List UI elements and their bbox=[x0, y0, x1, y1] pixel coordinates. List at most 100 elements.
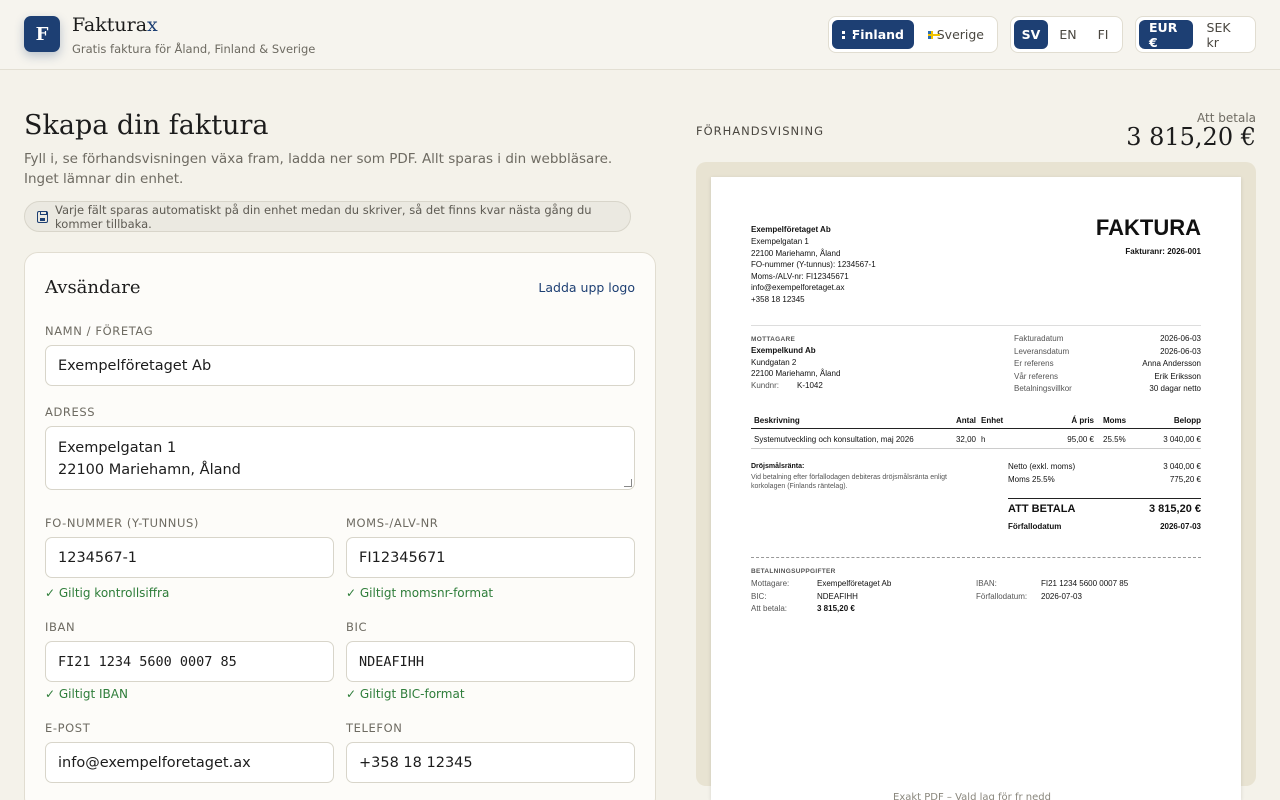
preview-footer-note: Exakt PDF – Vald lag för fr nedd bbox=[893, 792, 1051, 800]
row-vat: 25.5% bbox=[1103, 435, 1126, 444]
currency-switch: EUR € SEK kr bbox=[1135, 16, 1256, 53]
app-header: F Fakturax Gratis faktura för Åland, Fin… bbox=[0, 0, 1280, 70]
payment-caption: BETALNINGSUPPGIFTER bbox=[751, 568, 836, 575]
save-icon bbox=[37, 210, 49, 223]
bic-input[interactable]: NDEAFIHH bbox=[346, 641, 635, 682]
sender-title: Avsändare bbox=[45, 277, 141, 298]
payment-bic-label: BIC: bbox=[751, 591, 767, 601]
invoice-meta-label: Betalningsvillkor bbox=[1014, 384, 1072, 393]
payment-amount: 3 815,20 € bbox=[817, 604, 855, 613]
invoice-meta-value: 30 dagar netto bbox=[1149, 384, 1201, 393]
vat-input[interactable]: FI12345671 bbox=[346, 537, 635, 578]
due-value: 2026-07-03 bbox=[1160, 522, 1201, 531]
invoice-recipient-line: Kundgatan 2 bbox=[751, 357, 797, 367]
late-interest-text: korkolagen (Finlands räntelag). bbox=[751, 483, 848, 490]
name-label: NAMN / FÖRETAG bbox=[45, 324, 154, 338]
invoice-sender-line: 22100 Mariehamn, Åland bbox=[751, 248, 841, 258]
col-quantity: Antal bbox=[956, 416, 976, 425]
vat-valid-message: ✓ Giltigt momsnr-format bbox=[346, 586, 494, 600]
country-switch: Finland Sverige bbox=[828, 16, 998, 53]
invoice-recipient-line: 22100 Mariehamn, Åland bbox=[751, 369, 841, 378]
currency-sek-button[interactable]: SEK kr bbox=[1197, 20, 1252, 50]
payment-iban-label: IBAN: bbox=[976, 579, 997, 588]
finland-flag-icon bbox=[842, 30, 854, 39]
language-en-button[interactable]: EN bbox=[1052, 20, 1084, 49]
col-price: Á pris bbox=[1071, 416, 1094, 425]
invoice-meta-value: 2026-06-03 bbox=[1160, 346, 1201, 356]
payment-divider bbox=[751, 557, 1201, 558]
table-row-rule bbox=[751, 448, 1201, 449]
table-header-rule bbox=[751, 428, 1201, 429]
invoice-meta-label: Leveransdatum bbox=[1014, 346, 1070, 356]
invoice-title: FAKTURA bbox=[1095, 215, 1201, 240]
payment-iban: FI21 1234 5600 0007 85 bbox=[1041, 579, 1129, 588]
payment-due-label: Förfallodatum: bbox=[976, 591, 1028, 601]
pay-amount: 3 815,20 € bbox=[1126, 123, 1256, 151]
upload-logo-link[interactable]: Ladda upp logo bbox=[538, 280, 635, 295]
fo-input[interactable]: 1234567-1 bbox=[45, 537, 334, 578]
invoice-recipient-name: Exempelkund Ab bbox=[751, 346, 816, 355]
invoice-meta-value: Erik Eriksson bbox=[1154, 371, 1201, 381]
col-unit: Enhet bbox=[981, 416, 1004, 425]
bic-valid-message: ✓ Giltigt BIC-format bbox=[346, 687, 465, 701]
row-amount: 3 040,00 € bbox=[1163, 435, 1201, 444]
col-description: Beskrivning bbox=[754, 416, 800, 425]
col-amount: Belopp bbox=[1173, 416, 1201, 425]
invoice-number: Fakturanr: 2026-001 bbox=[1125, 247, 1201, 256]
sender-card: Avsändare Ladda upp logo NAMN / FÖRETAG … bbox=[24, 252, 656, 800]
invoice-meta-label: Vår referens bbox=[1014, 371, 1059, 381]
late-interest-text: Vid betalning efter förfallodagen debite… bbox=[751, 474, 947, 481]
language-sv-button[interactable]: SV bbox=[1014, 20, 1048, 49]
country-finland-button[interactable]: Finland bbox=[832, 20, 914, 49]
row-quantity: 32,00 bbox=[955, 435, 976, 444]
logo-icon: F bbox=[24, 16, 60, 52]
payment-recipient-label: Mottagare: bbox=[751, 579, 790, 588]
autosave-notice: Varje fält sparas automatiskt på din enh… bbox=[24, 201, 631, 232]
address-textarea[interactable]: Exempelgatan 1 22100 Mariehamn, Åland bbox=[45, 426, 635, 490]
brand-tagline: Gratis faktura för Åland, Finland & Sver… bbox=[72, 42, 316, 56]
currency-eur-button[interactable]: EUR € bbox=[1139, 20, 1193, 50]
vat-total-label: Moms 25.5% bbox=[1008, 475, 1055, 484]
payment-amount-label: Att betala: bbox=[751, 604, 788, 613]
row-unit: h bbox=[981, 435, 986, 444]
preview-label: FÖRHANDSVISNING bbox=[696, 124, 824, 138]
total-label: ATT BETALA bbox=[1008, 503, 1076, 515]
row-description: Systemutveckling och konsultation, maj 2… bbox=[754, 435, 914, 444]
email-label: E-POST bbox=[45, 721, 91, 735]
col-vat: Moms bbox=[1103, 416, 1127, 425]
total-rule bbox=[1008, 498, 1201, 499]
invoice-meta-value: Anna Andersson bbox=[1142, 359, 1201, 368]
payment-recipient: Exempelföretaget Ab bbox=[817, 579, 892, 588]
iban-valid-message: ✓ Giltigt IBAN bbox=[45, 687, 128, 701]
row-price: 95,00 € bbox=[1067, 435, 1094, 444]
iban-input[interactable]: FI21 1234 5600 0007 85 bbox=[45, 641, 334, 682]
vat-total-value: 775,20 € bbox=[1169, 475, 1201, 484]
vat-label: MOMS-/ALV-NR bbox=[346, 516, 439, 530]
invoice-meta-value: 2026-06-03 bbox=[1160, 334, 1201, 343]
iban-label: IBAN bbox=[45, 620, 76, 634]
language-fi-button[interactable]: FI bbox=[1088, 20, 1118, 49]
phone-label: TELEFON bbox=[346, 721, 403, 735]
address-label: ADRESS bbox=[45, 405, 96, 419]
name-input[interactable]: Exempelföretaget Ab bbox=[45, 345, 635, 386]
due-label: Förfallodatum bbox=[1008, 522, 1062, 531]
invoice-customer-no-label: Kundnr: bbox=[751, 381, 780, 390]
resize-handle-icon[interactable] bbox=[624, 479, 632, 487]
fo-valid-message: ✓ Giltig kontrollsiffra bbox=[45, 586, 170, 600]
country-sverige-button[interactable]: Sverige bbox=[918, 20, 994, 49]
net-label: Netto (exkl. moms) bbox=[1008, 462, 1076, 471]
divider bbox=[751, 325, 1201, 326]
invoice-sender-name: Exempelföretaget Ab bbox=[751, 225, 831, 234]
invoice-sender-line: info@exempelforetaget.ax bbox=[751, 283, 845, 292]
late-interest-title: Dröjsmålsränta: bbox=[751, 463, 805, 470]
language-switch: SV EN FI bbox=[1010, 16, 1123, 53]
sweden-flag-icon bbox=[928, 30, 939, 39]
email-input[interactable]: info@exempelforetaget.ax bbox=[45, 742, 334, 783]
invoice-meta-label: Fakturadatum bbox=[1014, 334, 1064, 343]
total-value: 3 815,20 € bbox=[1149, 503, 1201, 515]
phone-input[interactable]: +358 18 12345 bbox=[346, 742, 635, 783]
invoice-meta-label: Er referens bbox=[1014, 359, 1054, 368]
invoice-sender-line: FO-nummer (Y-tunnus): 1234567-1 bbox=[751, 260, 876, 269]
invoice-recipient-caption: MOTTAGARE bbox=[751, 336, 796, 343]
invoice-preview[interactable]: Exempelföretaget Ab Exempelgatan 1 22100… bbox=[711, 177, 1241, 800]
